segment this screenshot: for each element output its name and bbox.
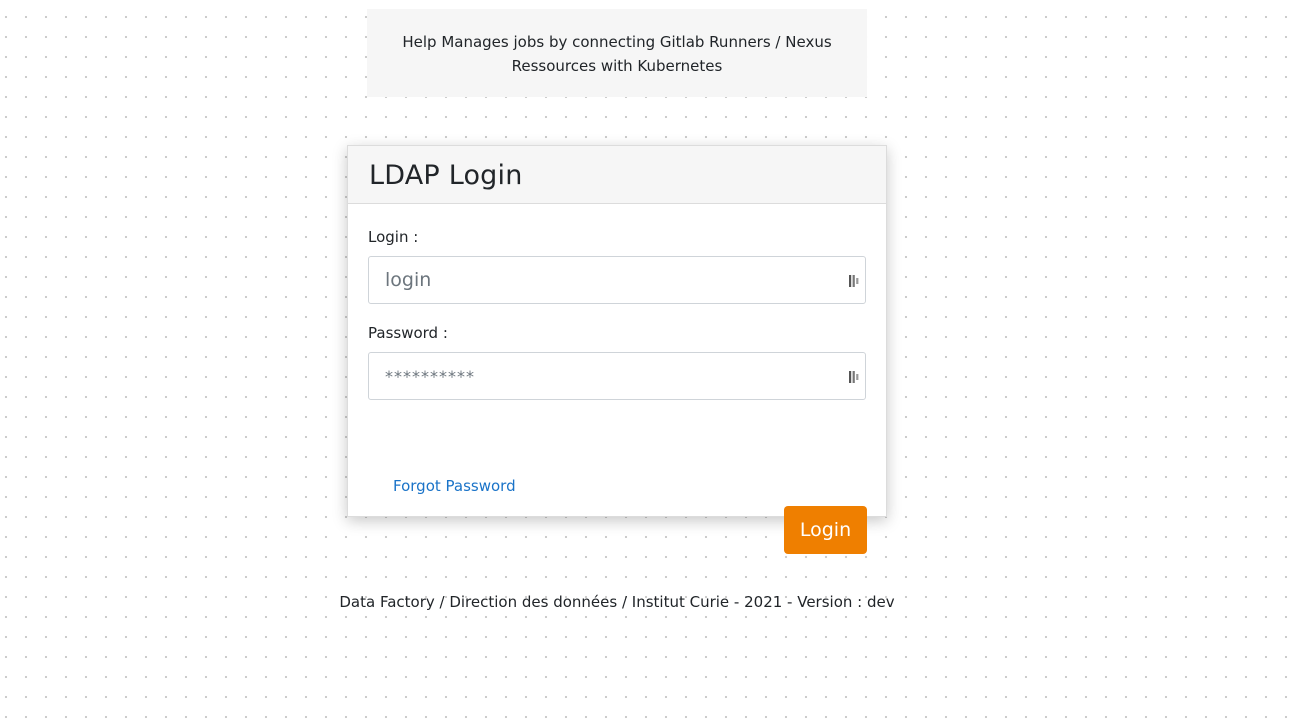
login-button[interactable]: Login	[784, 506, 867, 554]
password-input-wrap[interactable]	[368, 352, 866, 400]
login-label: Login :	[368, 228, 419, 246]
password-input[interactable]	[369, 353, 865, 399]
info-banner: Help Manages jobs by connecting Gitlab R…	[367, 9, 867, 97]
password-manager-icon[interactable]	[848, 369, 860, 385]
banner-text: Help Manages jobs by connecting Gitlab R…	[402, 33, 832, 75]
card-title: LDAP Login	[369, 160, 523, 191]
password-manager-icon[interactable]	[848, 273, 860, 289]
forgot-password-link[interactable]: Forgot Password	[393, 476, 516, 496]
footer: Data Factory / Direction des données / I…	[0, 592, 1234, 612]
login-card: LDAP Login Login : Password : Forgot Pas…	[347, 145, 887, 554]
login-input[interactable]	[369, 257, 865, 303]
password-label: Password :	[368, 324, 448, 342]
card-header: LDAP Login	[348, 146, 886, 204]
login-input-wrap[interactable]	[368, 256, 866, 304]
footer-text: Data Factory / Direction des données / I…	[339, 593, 895, 611]
